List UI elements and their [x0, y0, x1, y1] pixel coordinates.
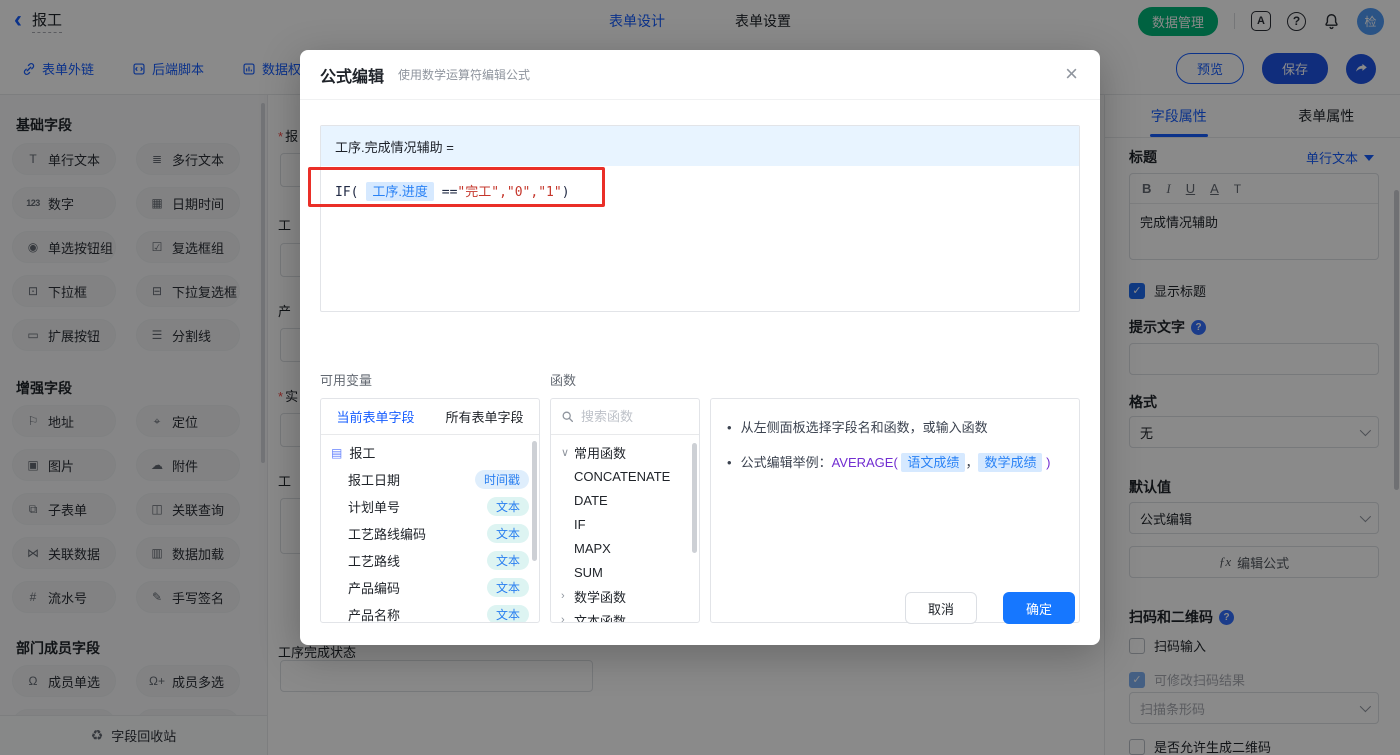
variable-tree-root[interactable]: ▤ 报工 [321, 439, 539, 466]
example-function-open: AVERAGE( [831, 455, 898, 470]
function-item[interactable]: MAPX [551, 536, 699, 560]
code-keyword: IF( [335, 185, 359, 200]
tab-current-form-fields[interactable]: 当前表单字段 [321, 399, 430, 434]
type-badge: 时间戳 [474, 470, 529, 489]
functions-panel: ∨ 常用函数 CONCATENATE DATE IF MAPX SUM › 数学… [550, 398, 700, 623]
example-comma: ， [965, 455, 979, 470]
chevron-collapsed-icon: › [561, 590, 565, 602]
help-line-1: • 从左侧面板选择字段名和函数，或输入函数 [727, 420, 988, 435]
example-function-close: ) [1046, 455, 1051, 470]
type-badge: 文本 [486, 497, 529, 516]
cancel-button[interactable]: 取消 [905, 592, 977, 624]
variables-label: 可用变量 [320, 373, 373, 388]
code-strings: "完工","0","1" [457, 185, 562, 200]
formula-edit-modal: 公式编辑 使用数学运算符编辑公式 × 工序.完成情况辅助 = IF( 工序.进度… [300, 50, 1100, 645]
help-line-2: • 公式编辑举例：AVERAGE( 语文成绩，数学成绩 ) [727, 453, 1051, 472]
modal-header: 公式编辑 使用数学运算符编辑公式 [300, 50, 1100, 100]
help-panel: • 从左侧面板选择字段名和函数，或输入函数 • 公式编辑举例：AVERAGE( … [710, 398, 1080, 623]
function-item[interactable]: DATE [551, 488, 699, 512]
functions-scrollbar[interactable] [692, 443, 697, 553]
type-badge: 文本 [486, 578, 529, 597]
variable-row[interactable]: 计划单号 文本 [321, 493, 539, 520]
function-group-common[interactable]: ∨ 常用函数 [551, 440, 699, 464]
confirm-button[interactable]: 确定 [1003, 592, 1075, 624]
code-operator: == [441, 185, 458, 200]
variable-row[interactable]: 工艺路线 文本 [321, 547, 539, 574]
example-field-chip: 数学成绩 [978, 453, 1043, 472]
chevron-collapsed-icon: › [561, 614, 565, 623]
function-item[interactable]: IF [551, 512, 699, 536]
variables-panel: 当前表单字段 所有表单字段 ▤ 报工 报工日期 时间戳 计划单号 文本 工艺路线编码… [320, 398, 540, 623]
example-label: 公式编辑举例： [740, 455, 832, 470]
function-group-text[interactable]: › 文本函数 [551, 608, 699, 623]
app-window: ‹ 报工 表单设计 表单设置 数据管理 A ? 检 表单外链 后端脚本 数据权 … [0, 0, 1400, 755]
tab-all-form-fields[interactable]: 所有表单字段 [430, 399, 539, 434]
type-badge: 文本 [486, 524, 529, 543]
example-field-chip: 语文成绩 [901, 453, 966, 472]
search-icon [562, 411, 574, 423]
form-doc-icon: ▤ [331, 445, 343, 460]
modal-subtitle: 使用数学运算符编辑公式 [398, 68, 531, 82]
variables-scrollbar[interactable] [532, 441, 537, 561]
function-search [551, 399, 699, 435]
function-search-input[interactable] [581, 409, 681, 424]
functions-label: 函数 [550, 373, 577, 388]
modal-title: 公式编辑 [320, 68, 385, 86]
function-group-math[interactable]: › 数学函数 [551, 584, 699, 608]
type-badge: 文本 [486, 551, 529, 570]
variable-row[interactable]: 报工日期 时间戳 [321, 466, 539, 493]
formula-editor[interactable]: 工序.完成情况辅助 = IF( 工序.进度 =="完工","0","1") [320, 125, 1080, 312]
type-badge: 文本 [486, 605, 529, 622]
formula-code[interactable]: IF( 工序.进度 =="完工","0","1") [321, 166, 1079, 215]
formula-target: 工序.完成情况辅助 = [321, 126, 1079, 166]
function-item[interactable]: CONCATENATE [551, 464, 699, 488]
variable-row[interactable]: 产品编码 文本 [321, 574, 539, 601]
code-paren: ) [561, 185, 570, 200]
function-item[interactable]: SUM [551, 560, 699, 584]
field-chip[interactable]: 工序.进度 [366, 182, 434, 201]
variable-row[interactable]: 产品名称 文本 [321, 601, 539, 622]
close-icon[interactable]: × [1065, 63, 1078, 85]
variable-row[interactable]: 工艺路线编码 文本 [321, 520, 539, 547]
chevron-expanded-icon: ∨ [561, 446, 570, 459]
